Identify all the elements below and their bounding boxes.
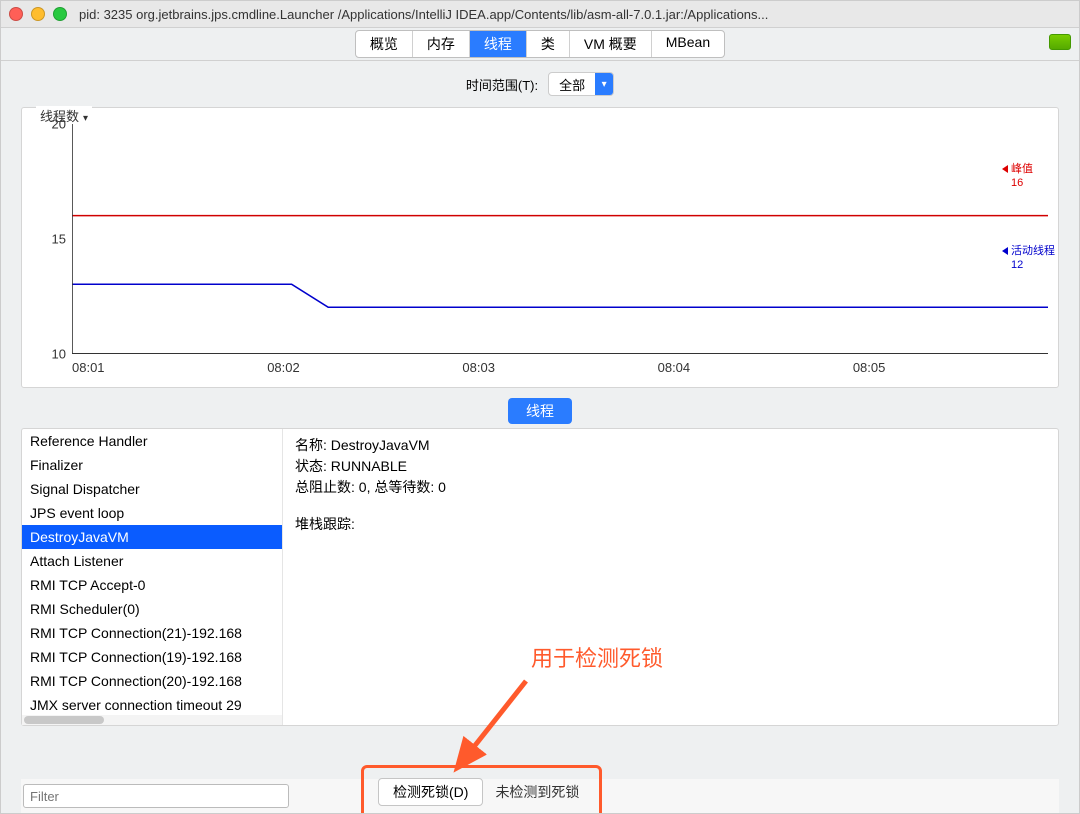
thread-detail: 名称: DestroyJavaVM 状态: RUNNABLE 总阻止数: 0, … [283,429,1058,725]
close-icon[interactable] [9,7,23,21]
tab-classes[interactable]: 类 [527,31,570,57]
annotation-label: 用于检测死锁 [531,641,663,673]
thread-chart-panel: 线程数▾ 101520 08:0108:0208:0308:0408:05 峰值… [21,107,1059,388]
list-item[interactable]: RMI TCP Connection(21)-192.168 [22,621,282,645]
chart-x-axis: 08:0108:0208:0308:0408:05 [72,354,1048,375]
time-range-row: 时间范围(T): 全部 ▾ [1,61,1079,107]
tab-memory[interactable]: 内存 [413,31,470,57]
filter-input[interactable] [23,784,289,808]
window-title: pid: 3235 org.jetbrains.jps.cmdline.Laun… [79,7,1071,22]
list-item[interactable]: RMI TCP Connection(20)-192.168 [22,669,282,693]
list-item[interactable]: JPS event loop [22,501,282,525]
h-scrollbar[interactable] [22,715,282,725]
tab-mbean[interactable]: MBean [652,31,724,57]
minimize-icon[interactable] [31,7,45,21]
zoom-icon[interactable] [53,7,67,21]
deadlock-box: 检测死锁(D) 未检测到死锁 [361,765,602,814]
list-item[interactable]: Signal Dispatcher [22,477,282,501]
deadlock-status: 未检测到死锁 [495,782,579,802]
traffic-lights [9,7,67,21]
window: pid: 3235 org.jetbrains.jps.cmdline.Laun… [0,0,1080,814]
time-range-select[interactable]: 全部 ▾ [548,72,614,96]
stack-trace-label: 堆栈跟踪: [295,514,1046,535]
chart-y-axis: 101520 [32,124,72,354]
main-tabs: 概览 内存 线程 类 VM 概要 MBean [1,28,1079,61]
thread-detail-panel: Reference HandlerFinalizerSignal Dispatc… [21,428,1059,726]
detect-deadlock-button[interactable]: 检测死锁(D) [378,778,483,806]
list-item[interactable]: JMX server connection timeout 29 [22,693,282,717]
time-range-label: 时间范围(T): [466,75,538,94]
chevron-down-icon: ▾ [595,73,613,95]
list-item[interactable]: RMI Scheduler(0) [22,597,282,621]
tab-overview[interactable]: 概览 [356,31,413,57]
chart-plot [72,124,1048,354]
connect-icon[interactable] [1049,34,1071,50]
tab-threads[interactable]: 线程 [470,31,527,57]
list-item[interactable]: DestroyJavaVM [22,525,282,549]
list-item[interactable]: Reference Handler [22,429,282,453]
titlebar: pid: 3235 org.jetbrains.jps.cmdline.Laun… [1,1,1079,28]
list-item[interactable]: Finalizer [22,453,282,477]
time-range-value: 全部 [549,75,595,94]
triangle-left-icon [1002,165,1008,173]
chart-legend: 峰值16 活动线程12 [1002,162,1062,272]
triangle-left-icon [1002,247,1008,255]
thread-list[interactable]: Reference HandlerFinalizerSignal Dispatc… [22,429,283,725]
list-item[interactable]: RMI TCP Accept-0 [22,573,282,597]
section-tab: 线程 [1,398,1079,424]
list-item[interactable]: RMI TCP Connection(19)-192.168 [22,645,282,669]
tab-vm-summary[interactable]: VM 概要 [570,31,652,57]
list-item[interactable]: Attach Listener [22,549,282,573]
chevron-down-icon: ▾ [83,113,88,124]
threads-section-tab[interactable]: 线程 [508,398,572,424]
